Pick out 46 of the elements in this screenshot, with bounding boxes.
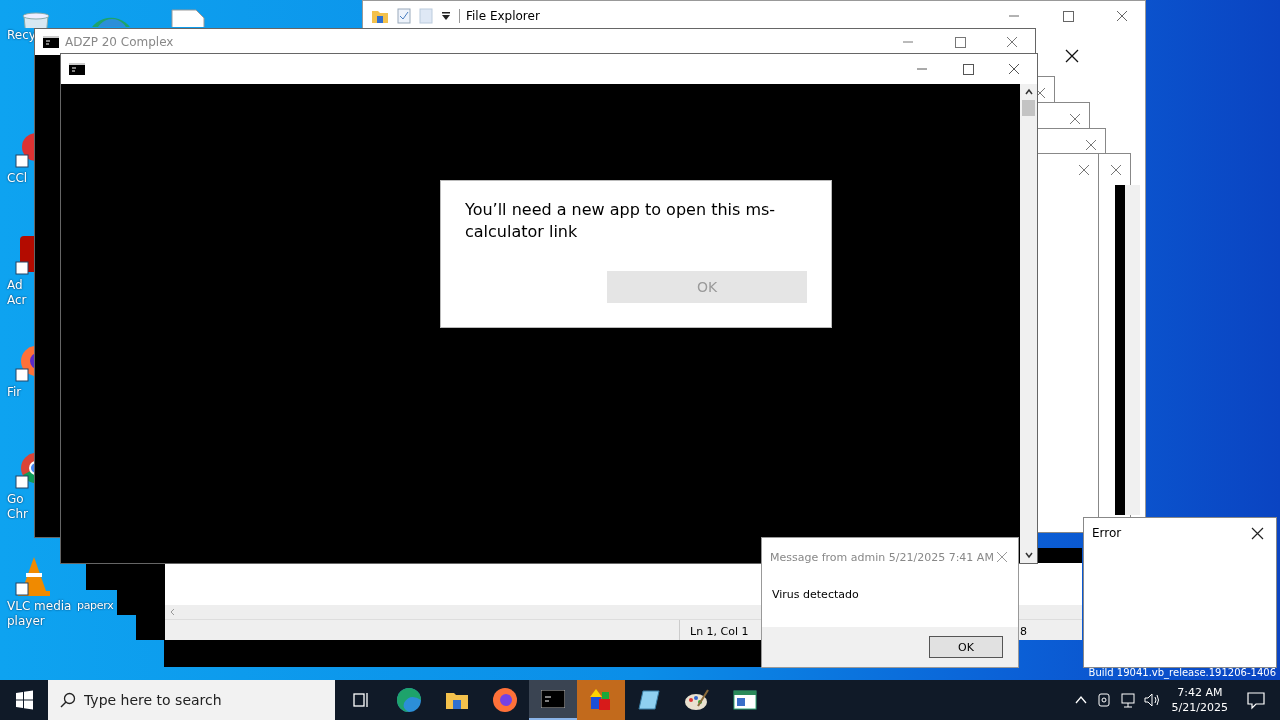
message-title: Message from admin 5/21/2025 7:41 AM — [770, 550, 994, 564]
icon-label: Fir — [6, 385, 22, 400]
icon-label: Recy — [6, 28, 36, 43]
icon-label: Chr — [6, 507, 28, 522]
icon-label: paperx — [77, 599, 114, 612]
notification-icon[interactable] — [1246, 690, 1266, 710]
console-icon — [541, 690, 565, 708]
edge-icon — [396, 687, 422, 713]
build-watermark-text: Build 19041.vb_release.191206-1406 — [1088, 667, 1276, 679]
icon-label: CCl — [6, 171, 28, 186]
scroll-up-icon[interactable] — [1023, 88, 1034, 96]
properties-icon[interactable] — [397, 8, 411, 24]
console-icon — [69, 63, 85, 75]
window-app-icon — [733, 690, 757, 710]
taskbar-app-button[interactable] — [529, 680, 577, 720]
icon-label: Ad — [6, 278, 23, 293]
network-icon[interactable] — [1118, 691, 1137, 709]
task-view-icon — [351, 690, 371, 710]
date-text: 5/21/2025 — [1171, 700, 1228, 715]
paint-palette-icon — [684, 688, 710, 712]
dropdown-icon[interactable] — [441, 11, 451, 21]
folder-icon — [445, 690, 469, 710]
firefox-icon — [492, 687, 518, 713]
scroll-down-icon[interactable] — [1023, 551, 1034, 559]
folder-icon[interactable] — [371, 8, 389, 24]
scroll-thumb[interactable] — [1022, 100, 1035, 116]
clock[interactable]: 7:42 AM 5/21/2025 — [1171, 685, 1228, 715]
ok-button[interactable]: OK — [929, 636, 1003, 658]
console-icon — [43, 36, 59, 48]
window-title: File Explorer — [459, 9, 540, 23]
search-icon — [60, 692, 76, 708]
icon-label: player — [6, 614, 45, 629]
close-icon[interactable] — [1251, 526, 1264, 540]
icon-label: Go — [6, 492, 24, 507]
close-icon[interactable] — [1065, 49, 1079, 63]
dialog-message: You’ll need a new app to open this ms-calculator link — [465, 199, 777, 243]
window-title: Error — [1092, 526, 1122, 540]
window-title: ADZP 20 Complex — [65, 35, 174, 49]
icon-label: Acr — [6, 293, 27, 308]
status-text: 8 — [1019, 623, 1027, 640]
notepad-icon — [637, 689, 661, 711]
vertical-scrollbar[interactable] — [1020, 84, 1037, 563]
icon-label: VLC media — [6, 599, 72, 614]
message-text: Virus detectado — [772, 588, 859, 601]
time-text: 7:42 AM — [1177, 685, 1223, 700]
volume-icon[interactable] — [1142, 691, 1161, 709]
